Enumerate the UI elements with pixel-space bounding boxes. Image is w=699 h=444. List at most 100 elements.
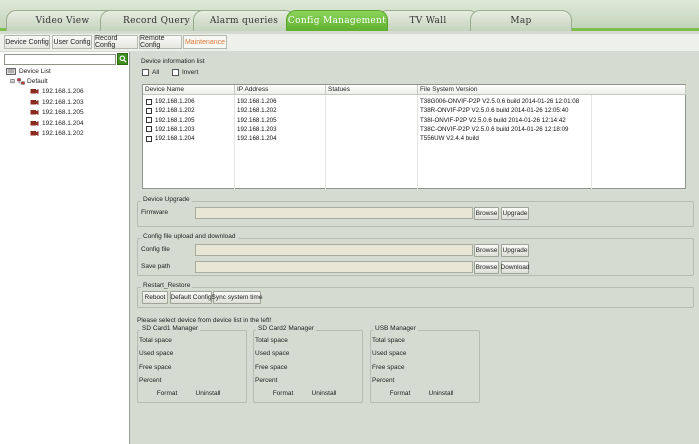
total-space-label: Total space bbox=[255, 337, 288, 344]
button-label: Uninstall bbox=[311, 390, 337, 397]
camera-icon bbox=[30, 110, 39, 115]
tree-device-label: 192.168.1.202 bbox=[42, 130, 84, 137]
button-label: Format bbox=[272, 390, 294, 397]
table-cell-device-name[interactable]: 192.168.1.205 bbox=[146, 116, 195, 125]
col-header-file-system-version[interactable]: File System Version bbox=[418, 85, 686, 95]
row-checkbox[interactable] bbox=[146, 98, 152, 105]
col-header-device-name[interactable]: Device Name bbox=[143, 85, 235, 95]
button-label: Format bbox=[389, 390, 411, 397]
tree-device-label: 192.168.1.203 bbox=[42, 98, 84, 106]
tab-label: Map bbox=[510, 16, 532, 26]
button-label: Default Config bbox=[170, 294, 212, 301]
row-device-name: 192.168.1.206 bbox=[155, 98, 195, 105]
button-label: Browse bbox=[475, 247, 498, 254]
col-header-ip-address[interactable]: IP Address bbox=[235, 85, 326, 95]
group-icon bbox=[17, 78, 25, 85]
button-label: Upgrade bbox=[502, 210, 528, 217]
table-cell-ip: 192.168.1.202 bbox=[237, 107, 277, 115]
tree-device-item[interactable]: 192.168.1.204 bbox=[30, 119, 84, 128]
format-button[interactable]: Format bbox=[268, 387, 298, 400]
tab-label: TV Wall bbox=[409, 16, 447, 26]
free-space-label: Free space bbox=[372, 364, 405, 371]
all-checkbox[interactable] bbox=[142, 69, 149, 76]
free-space-label: Free space bbox=[255, 364, 288, 371]
button-label: Uninstall bbox=[428, 390, 454, 397]
table-cell-version: T556UW V2.4.4 build bbox=[420, 135, 479, 143]
tree-root[interactable]: Device List bbox=[6, 67, 51, 76]
sync-system-time-button[interactable]: Sync system time bbox=[211, 291, 263, 304]
tab-alarm-queries[interactable]: Alarm queries bbox=[193, 10, 295, 31]
format-button[interactable]: Format bbox=[385, 387, 415, 400]
config-file-input[interactable] bbox=[195, 244, 473, 256]
subtab-maintenance[interactable]: Maintenance bbox=[183, 35, 227, 49]
table-cell-version: T38I-ONVIF-P2P V2.5.0.6 build 2014-01-26… bbox=[420, 116, 566, 124]
col-header-statues[interactable]: Statues bbox=[326, 85, 418, 95]
tab-map[interactable]: Map bbox=[470, 10, 572, 31]
firmware-upgrade-button[interactable]: Upgrade bbox=[501, 207, 529, 220]
select-device-hint: Please select device from device list in… bbox=[137, 317, 272, 324]
camera-icon bbox=[30, 120, 39, 126]
invert-checkbox[interactable] bbox=[172, 69, 179, 76]
row-device-name: 192.168.1.202 bbox=[155, 107, 195, 115]
default-config-button[interactable]: Default Config bbox=[170, 291, 212, 304]
row-checkbox[interactable] bbox=[146, 135, 152, 142]
total-space-label: Total space bbox=[372, 337, 405, 344]
camera-icon bbox=[30, 89, 39, 94]
table-cell-device-name[interactable]: 192.168.1.202 bbox=[146, 106, 195, 115]
tab-label: Alarm queries bbox=[209, 16, 279, 26]
tree-device-label: 192.168.1.205 bbox=[42, 109, 84, 116]
save-browse-button[interactable]: Browse bbox=[474, 261, 499, 274]
tab-label: Video View bbox=[35, 16, 90, 26]
subtab-label: Maintenance bbox=[184, 38, 226, 46]
save-path-label: Save path bbox=[141, 263, 171, 270]
save-path-input[interactable] bbox=[195, 261, 473, 273]
table-cell-device-name[interactable]: 192.168.1.203 bbox=[146, 125, 195, 134]
table-cell-ip: 192.168.1.203 bbox=[237, 125, 277, 133]
row-device-name: 192.168.1.204 bbox=[155, 135, 195, 143]
uninstall-button[interactable]: Uninstall bbox=[426, 387, 456, 400]
download-button[interactable]: Download bbox=[501, 261, 529, 274]
device-search-input[interactable] bbox=[4, 54, 116, 65]
subtab-label: User Config bbox=[53, 38, 91, 46]
table-cell-device-name[interactable]: 192.168.1.206 bbox=[146, 97, 195, 106]
firmware-browse-button[interactable]: Browse bbox=[474, 207, 499, 220]
device-table: Device Name IP Address Statues File Syst… bbox=[142, 84, 686, 189]
button-label: Download bbox=[500, 264, 530, 271]
tree-device-item[interactable]: 192.168.1.205 bbox=[30, 108, 84, 117]
button-label: Reboot bbox=[144, 294, 166, 301]
button-label: Sync system time bbox=[211, 294, 263, 301]
config-upgrade-button[interactable]: Upgrade bbox=[501, 244, 529, 257]
config-file-title: Config file upload and download bbox=[141, 233, 238, 240]
subtab-record-config[interactable]: Record Config bbox=[94, 35, 138, 49]
restart-restore-title: Restart_Restore bbox=[141, 282, 193, 289]
tree-device-item[interactable]: 192.168.1.203 bbox=[30, 98, 84, 107]
firmware-path-input[interactable] bbox=[195, 207, 473, 219]
collapse-icon[interactable]: ⊟ bbox=[10, 78, 15, 85]
tree-device-label: 192.168.1.204 bbox=[42, 119, 84, 127]
row-device-name: 192.168.1.203 bbox=[155, 125, 195, 133]
subtab-user-config[interactable]: User Config bbox=[52, 35, 92, 49]
uninstall-button[interactable]: Uninstall bbox=[309, 387, 339, 400]
config-browse-button[interactable]: Browse bbox=[474, 244, 499, 257]
tab-tv-wall[interactable]: TV Wall bbox=[377, 10, 479, 31]
row-checkbox[interactable] bbox=[146, 126, 152, 133]
tree-device-item[interactable]: 192.168.1.206 bbox=[30, 87, 84, 96]
format-button[interactable]: Format bbox=[152, 387, 182, 400]
tree-device-item[interactable]: 192.168.1.202 bbox=[30, 129, 84, 138]
search-button[interactable] bbox=[117, 53, 128, 65]
tree-group-default[interactable]: ⊟ Default bbox=[10, 77, 48, 86]
row-checkbox[interactable] bbox=[146, 107, 152, 114]
reboot-button[interactable]: Reboot bbox=[142, 291, 168, 304]
table-cell-ip: 192.168.1.204 bbox=[237, 135, 277, 143]
used-space-label: Used space bbox=[255, 350, 290, 357]
uninstall-button[interactable]: Uninstall bbox=[193, 387, 223, 400]
subtab-device-config[interactable]: Device Config bbox=[4, 35, 50, 49]
device-list-icon bbox=[6, 68, 16, 75]
tab-config-management[interactable]: Config Management bbox=[286, 10, 388, 31]
subtab-remote-config[interactable]: Remote Config bbox=[139, 35, 182, 49]
storage-manager-title: SD Card2 Manager bbox=[256, 325, 316, 332]
col-header-label: Device Name bbox=[145, 86, 185, 93]
table-cell-version: T38R-ONVIF-P2P V2.5.0.6 build 2014-01-26… bbox=[420, 107, 569, 115]
table-cell-device-name[interactable]: 192.168.1.204 bbox=[146, 134, 195, 143]
row-checkbox[interactable] bbox=[146, 117, 152, 124]
